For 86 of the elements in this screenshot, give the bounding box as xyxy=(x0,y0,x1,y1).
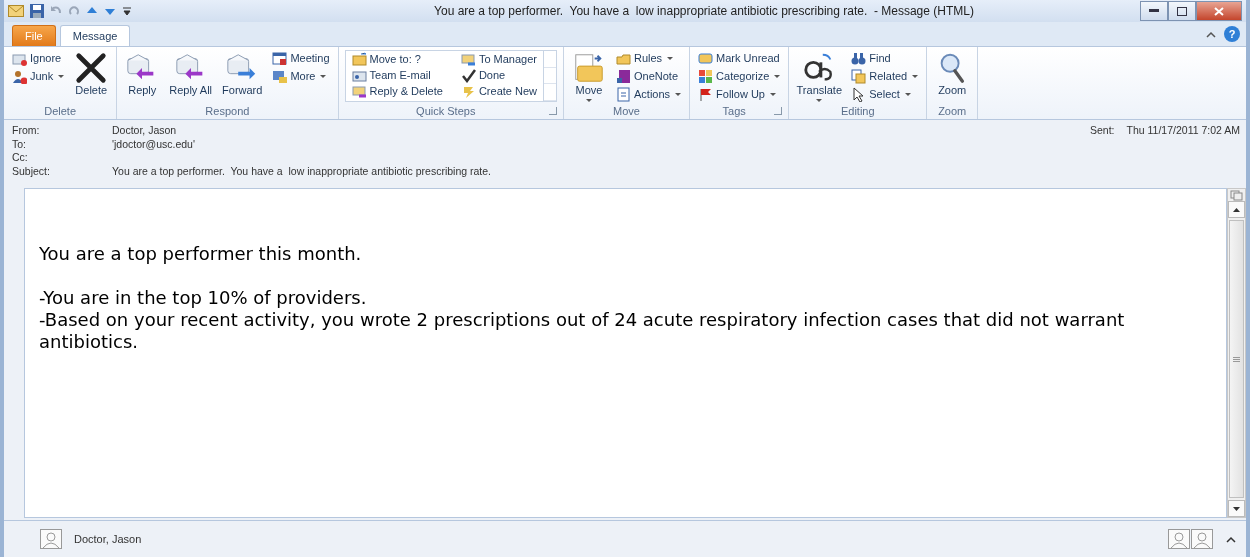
ribbon-button[interactable]: Reply All xyxy=(167,50,215,97)
ribbon-button[interactable]: Select xyxy=(849,86,921,102)
down-arrow-icon[interactable] xyxy=(104,6,116,16)
person-icon xyxy=(12,68,27,84)
documents-icon xyxy=(851,68,867,84)
field-value: Doctor, Jason xyxy=(112,124,178,138)
ribbon-button[interactable]: Move xyxy=(570,50,608,103)
ribbon-button[interactable]: Ignore xyxy=(10,50,67,66)
ribbon-button[interactable]: Done xyxy=(458,67,539,83)
ribbon-button[interactable]: Move to: ? xyxy=(349,51,445,67)
maximize-button[interactable] xyxy=(1168,1,1196,21)
group-label: Zoom xyxy=(937,104,968,119)
group-label: Delete xyxy=(43,104,77,119)
ribbon-button[interactable]: Forward xyxy=(220,50,265,97)
close-icon xyxy=(74,51,109,85)
down-arrow-icon xyxy=(1233,506,1240,511)
ribbon-button[interactable]: Zoom xyxy=(933,50,972,97)
folder-icon xyxy=(351,51,367,67)
notebook-icon xyxy=(616,68,631,84)
body-text: You are a top performer this month. xyxy=(39,243,363,265)
folder-icon xyxy=(572,51,606,85)
group-label: Respond xyxy=(204,104,251,119)
ribbon-button[interactable]: Meeting xyxy=(270,50,332,66)
up-arrow-icon xyxy=(1233,207,1240,212)
close-button[interactable] xyxy=(1196,1,1242,21)
customize-icon[interactable] xyxy=(122,6,132,16)
ribbon-button[interactable]: Delete xyxy=(72,50,111,97)
ribbon-button[interactable]: Categorize xyxy=(696,68,783,84)
minimize-button[interactable] xyxy=(1140,1,1168,21)
scroll-down-button[interactable] xyxy=(1228,500,1245,517)
group-label: Move xyxy=(612,104,641,119)
ribbon-button[interactable]: Translate xyxy=(795,50,844,103)
page-icon xyxy=(1230,189,1243,201)
checkmark-icon xyxy=(460,67,476,83)
help-button[interactable]: ? xyxy=(1224,26,1240,42)
ribbon-button[interactable]: More xyxy=(270,68,332,84)
group-label: Editing xyxy=(839,104,876,119)
scroll-thumb[interactable] xyxy=(1229,220,1244,498)
close-icon xyxy=(1214,6,1224,16)
ribbon-button[interactable]: Junk xyxy=(10,68,67,84)
group-label: Tags xyxy=(721,104,747,119)
field-label: Cc: xyxy=(12,151,29,165)
scroll-bar[interactable] xyxy=(1227,188,1246,518)
ribbon-button[interactable]: Rules xyxy=(614,50,684,66)
dialog-launcher[interactable] xyxy=(549,107,557,115)
dialog-launcher[interactable] xyxy=(774,107,783,115)
ribbon-button[interactable]: Follow Up xyxy=(696,86,783,102)
ribbon-button[interactable]: Actions xyxy=(614,86,684,102)
save-icon[interactable] xyxy=(30,4,44,18)
ribbon-button[interactable]: Mark Unread xyxy=(696,50,783,66)
field-label: Subject: xyxy=(12,164,51,178)
field-label: To: xyxy=(12,137,27,151)
ribbon-button[interactable]: Reply xyxy=(123,50,162,97)
ribbon-button[interactable]: Find xyxy=(849,50,921,66)
grip-icon xyxy=(1233,356,1240,362)
people-icon[interactable] xyxy=(1168,529,1214,549)
ribbon-button[interactable]: Related xyxy=(849,68,921,84)
field-value: Thu 11/17/2011 7:02 AM xyxy=(1126,124,1240,136)
ribbon-button[interactable]: Reply & Delete xyxy=(349,83,445,99)
body-text: -Based on your recent activity, you wrote 2 prescriptions out of 24 acute respiratory infection cases that did not warrant antibiotics. xyxy=(39,309,1126,353)
ribbon-button[interactable]: OneNote xyxy=(614,68,684,84)
flag-icon xyxy=(698,86,714,102)
field-value: 'jdoctor@usc.edu' xyxy=(112,137,196,151)
field-value: You are a top performer. You have a low inappropriate antibiotic prescribing rate. xyxy=(112,164,492,178)
scroll-up-button[interactable] xyxy=(1228,201,1245,218)
group-label: Quick Steps xyxy=(415,104,477,119)
calendar-icon xyxy=(272,50,288,66)
redo-icon[interactable] xyxy=(68,5,80,17)
person-icon xyxy=(40,529,62,549)
ribbon-button[interactable]: Team E-mail xyxy=(349,67,445,83)
contact-name: Doctor, Jason xyxy=(74,533,143,545)
up-arrow-icon[interactable] xyxy=(86,6,98,16)
minimize-icon xyxy=(1149,9,1159,13)
color-grid-icon xyxy=(698,68,714,84)
collapse-ribbon-icon[interactable] xyxy=(1206,30,1216,38)
ribbon-button[interactable]: Create New xyxy=(458,83,539,99)
binoculars-icon xyxy=(851,50,867,66)
ribbon-tab[interactable]: Message xyxy=(59,25,131,46)
expand-icon[interactable] xyxy=(1226,535,1236,543)
field-label: Sent: xyxy=(1090,124,1115,136)
window-title: You are a top performer. You have a low inappropriate antibiotic prescribing rate. - Message (HTML) xyxy=(433,4,975,18)
field-label: From: xyxy=(12,124,41,138)
maximize-icon xyxy=(1177,6,1187,16)
document-icon xyxy=(616,86,631,102)
ribbon-button[interactable]: To Manager xyxy=(458,51,539,67)
body-text: -You are in the top 10% of providers. xyxy=(39,287,368,309)
